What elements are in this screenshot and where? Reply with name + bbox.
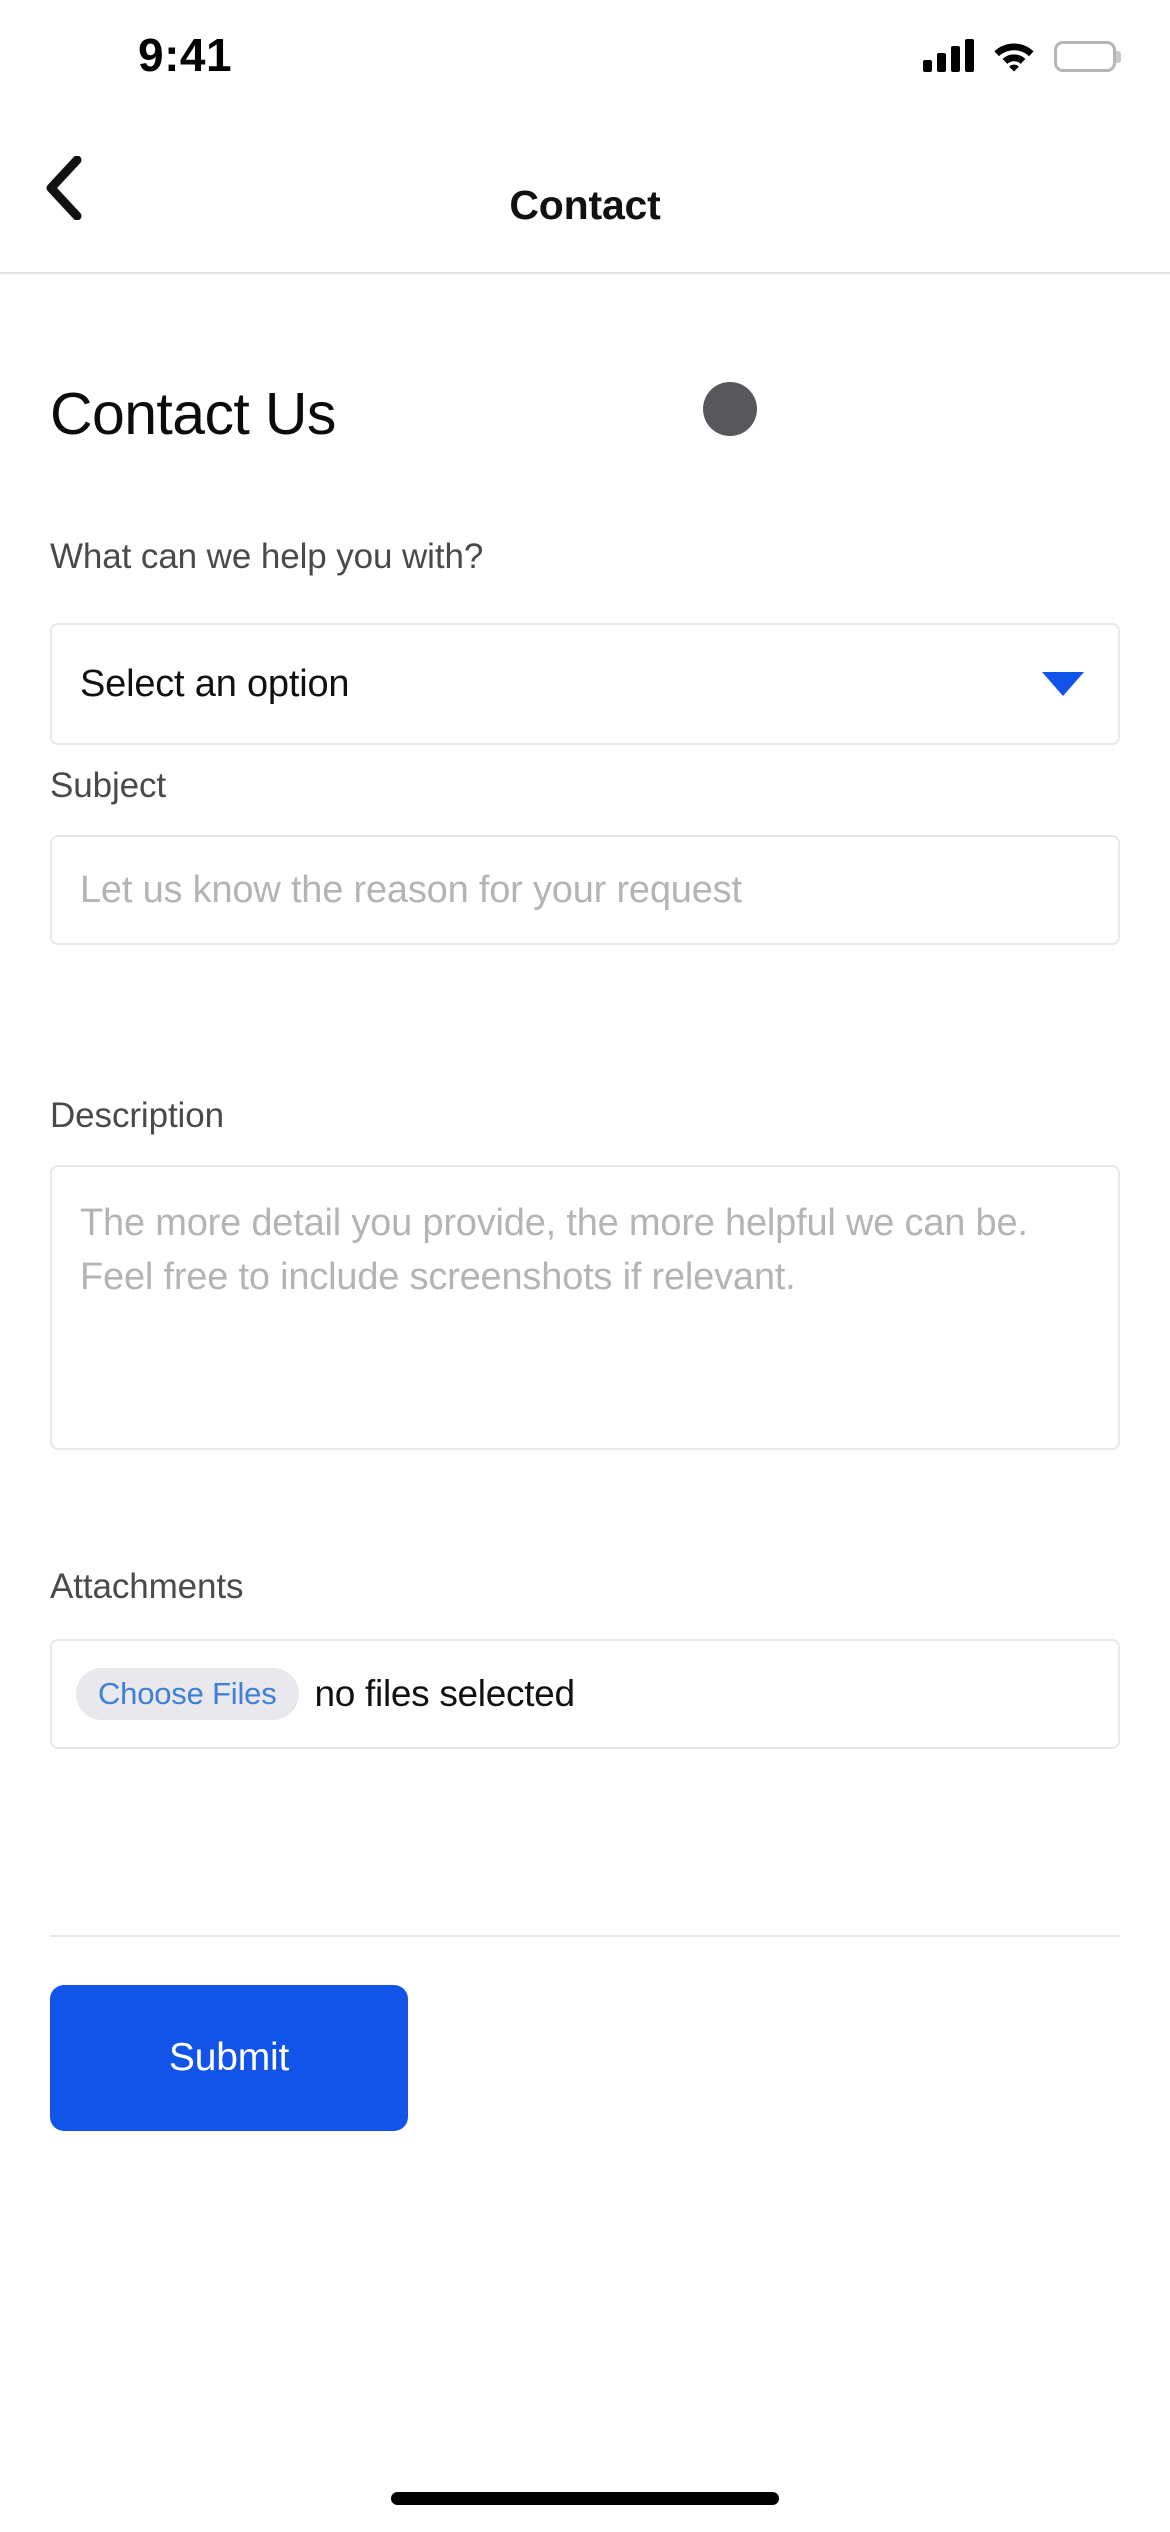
choose-files-button[interactable]: Choose Files — [76, 1668, 299, 1720]
nav-title: Contact — [509, 182, 661, 228]
status-bar-time: 9:41 — [138, 29, 233, 81]
home-indicator-bar[interactable] — [391, 2492, 779, 2505]
description-textarea[interactable]: The more detail you provide, the more he… — [50, 1165, 1120, 1450]
status-bar-icons — [923, 30, 1116, 72]
page-title: Contact Us — [50, 381, 336, 447]
cellular-signal-icon — [923, 38, 974, 72]
touch-cursor-indicator — [703, 382, 757, 436]
attachments-file-input[interactable]: Choose Files no files selected — [50, 1639, 1120, 1749]
file-selection-status: no files selected — [314, 1673, 576, 1714]
form-divider — [50, 1935, 1120, 1937]
attachments-label: Attachments — [50, 1567, 244, 1606]
subject-input[interactable]: Let us know the reason for your request — [50, 835, 1120, 945]
topic-select-value: Select an option — [80, 662, 350, 705]
chevron-down-icon — [1042, 672, 1084, 696]
topic-select[interactable]: Select an option — [50, 623, 1120, 745]
phone-screen: 9:41 Contact Contact Us What can we help… — [0, 0, 1170, 2532]
subject-placeholder: Let us know the reason for your request — [80, 868, 742, 911]
navigation-bar: Contact — [0, 100, 1170, 274]
description-label: Description — [50, 1096, 224, 1135]
battery-full-icon — [1054, 41, 1116, 72]
topic-label: What can we help you with? — [50, 537, 484, 576]
wifi-icon — [992, 38, 1036, 72]
description-placeholder: The more detail you provide, the more he… — [80, 1202, 1028, 1298]
subject-label: Subject — [50, 766, 167, 805]
submit-button[interactable]: Submit — [50, 1985, 408, 2131]
status-bar: 9:41 — [0, 0, 1170, 100]
